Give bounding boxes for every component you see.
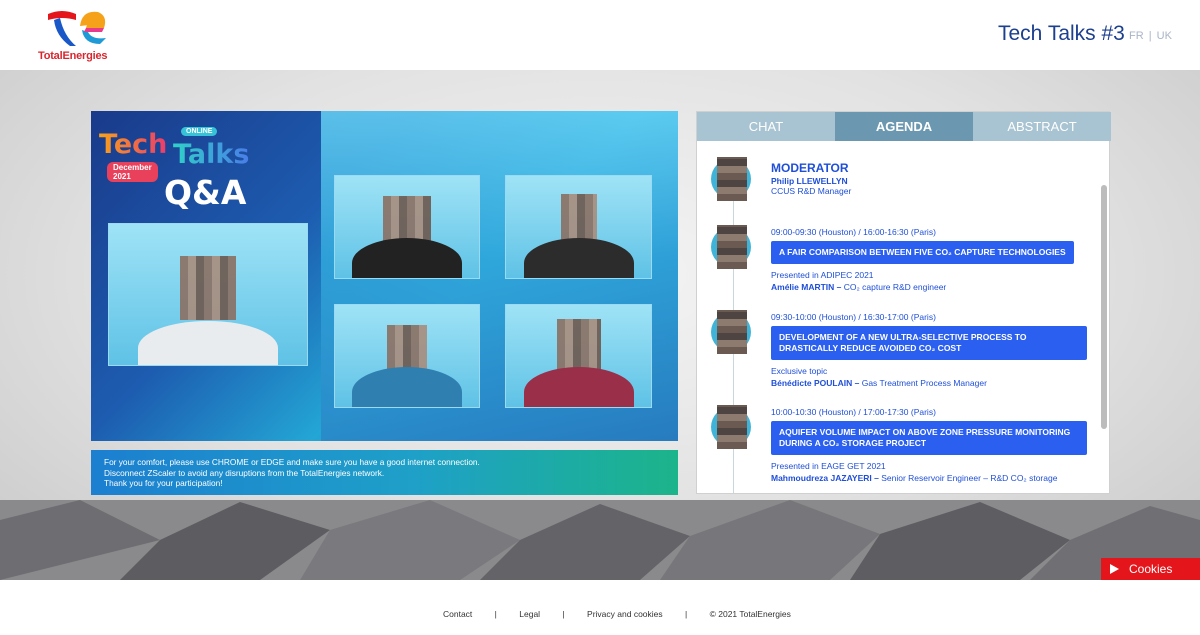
speaker-avatar — [711, 310, 755, 354]
cookies-button[interactable]: Cookies — [1101, 558, 1200, 580]
footer-contact-link[interactable]: Contact — [443, 609, 472, 619]
talk-title-button[interactable]: A FAIR COMPARISON BETWEEN FIVE CO₂ CAPTU… — [771, 241, 1074, 264]
participant-tile-main — [108, 223, 308, 366]
moderator-avatar — [711, 157, 755, 201]
speaker-name: Bénédicte POULAIN – — [771, 378, 860, 388]
footer-legal-link[interactable]: Legal — [519, 609, 540, 619]
footer-separator: | — [562, 609, 565, 619]
talk-time: 10:00-10:30 (Houston) / 17:00-17:30 (Par… — [771, 407, 936, 417]
agenda-scrollbar[interactable] — [1101, 185, 1107, 429]
participant-body — [352, 238, 462, 278]
agenda-item: 09:30-10:00 (Houston) / 16:30-17:00 (Par… — [771, 312, 1101, 388]
participant-tile-3 — [334, 304, 480, 408]
moderator-title: MODERATOR — [771, 161, 849, 175]
lang-separator: | — [1148, 30, 1152, 42]
info-line-2: Disconnect ZScaler to avoid any disrupti… — [104, 467, 385, 478]
talk-note: Presented in EAGE GET 2021 — [771, 461, 886, 471]
side-panel: CHAT AGENDA ABSTRACT MODERATOR Philip LL… — [696, 111, 1111, 494]
participant-tile-2 — [505, 175, 652, 279]
info-line-1: For your comfort, please use CHROME or E… — [104, 457, 480, 467]
info-banner: For your comfort, please use CHROME or E… — [91, 450, 678, 495]
footer-privacy-link[interactable]: Privacy and cookies — [587, 609, 663, 619]
qa-heading: Q&A — [164, 173, 247, 212]
participant-body — [523, 367, 634, 407]
participant-face — [180, 256, 236, 320]
logo-online-badge: ONLINE — [181, 127, 218, 136]
totalenergies-logo[interactable]: TotalEnergies — [38, 6, 114, 62]
lang-uk-link[interactable]: UK — [1157, 30, 1172, 42]
play-icon — [1110, 564, 1119, 574]
event-title: Tech Talks #3 — [998, 22, 1125, 45]
moderator-name: Philip LLEWELLYN — [771, 176, 848, 186]
speaker-avatar — [711, 225, 755, 269]
tab-chat[interactable]: CHAT — [697, 112, 835, 141]
avatar-photo — [717, 310, 747, 354]
info-line-3: Thank you for your participation! — [104, 478, 223, 488]
speaker-avatar — [711, 405, 755, 449]
footer-copyright: © 2021 TotalEnergies — [709, 609, 791, 619]
footer-links: Contact | Legal | Privacy and cookies | … — [443, 609, 791, 619]
totalenergies-logo-mark-icon — [48, 11, 106, 46]
avatar-photo — [717, 157, 747, 201]
avatar-photo — [717, 225, 747, 269]
lang-fr-link[interactable]: FR — [1129, 30, 1144, 42]
talk-speaker: Bénédicte POULAIN – Gas Treatment Proces… — [771, 378, 1101, 388]
footer-separator: | — [494, 609, 497, 619]
tab-agenda[interactable]: AGENDA — [835, 112, 973, 141]
stage-floor — [0, 500, 1200, 580]
footer-separator: | — [685, 609, 688, 619]
speaker-name: Mahmoudreza JAZAYERI – — [771, 473, 879, 483]
cookies-label: Cookies — [1129, 562, 1173, 576]
footer: Contact | Legal | Privacy and cookies | … — [0, 580, 1200, 635]
talk-speaker: Amélie MARTIN – CO₂ capture R&D engineer — [771, 282, 1101, 292]
logo-tech-word: Tech — [99, 129, 168, 160]
panel-tabs: CHAT AGENDA ABSTRACT — [697, 112, 1111, 141]
speaker-role: Gas Treatment Process Manager — [861, 378, 987, 388]
speaker-name: Amélie MARTIN – — [771, 282, 842, 292]
agenda-list[interactable]: MODERATOR Philip LLEWELLYN CCUS R&D Mana… — [697, 141, 1111, 493]
header: TotalEnergies Tech Talks #3 FR | UK — [0, 0, 1200, 70]
agenda-item: 09:00-09:30 (Houston) / 16:00-16:30 (Par… — [771, 227, 1101, 292]
speaker-role: Senior Reservoir Engineer – R&D CO₂ stor… — [881, 473, 1058, 483]
talk-speaker: Mahmoudreza JAZAYERI – Senior Reservoir … — [771, 473, 1101, 483]
tab-abstract[interactable]: ABSTRACT — [973, 112, 1111, 141]
video-player[interactable]: Tech Talks ONLINE December 2021 Q&A — [91, 111, 678, 441]
participant-body — [138, 321, 278, 365]
talk-title-button[interactable]: DEVELOPMENT OF A NEW ULTRA-SELECTIVE PRO… — [771, 326, 1087, 360]
talk-note: Exclusive topic — [771, 366, 828, 376]
logo-date-badge: December 2021 — [107, 162, 158, 182]
participant-face — [560, 194, 597, 240]
participant-body — [523, 238, 634, 278]
talk-time: 09:00-09:30 (Houston) / 16:00-16:30 (Par… — [771, 227, 936, 237]
participant-body — [352, 367, 462, 407]
agenda-item: 10:00-10:30 (Houston) / 17:00-17:30 (Par… — [771, 407, 1101, 483]
talk-note: Presented in ADIPEC 2021 — [771, 270, 874, 280]
avatar-photo — [717, 405, 747, 449]
logo-talks-word: Talks — [173, 139, 250, 170]
moderator-role: CCUS R&D Manager — [771, 186, 852, 196]
talk-time: 09:30-10:00 (Houston) / 16:30-17:00 (Par… — [771, 312, 936, 322]
language-switcher: FR | UK — [1129, 30, 1172, 42]
brand-name: TotalEnergies — [38, 50, 108, 62]
speaker-role: CO₂ capture R&D engineer — [843, 282, 947, 292]
talk-title-button[interactable]: AQUIFER VOLUME IMPACT ON ABOVE ZONE PRES… — [771, 421, 1087, 455]
participant-tile-1 — [334, 175, 480, 279]
participant-tile-4 — [505, 304, 652, 408]
moderator-entry: MODERATOR Philip LLEWELLYN CCUS R&D Mana… — [771, 161, 1101, 196]
